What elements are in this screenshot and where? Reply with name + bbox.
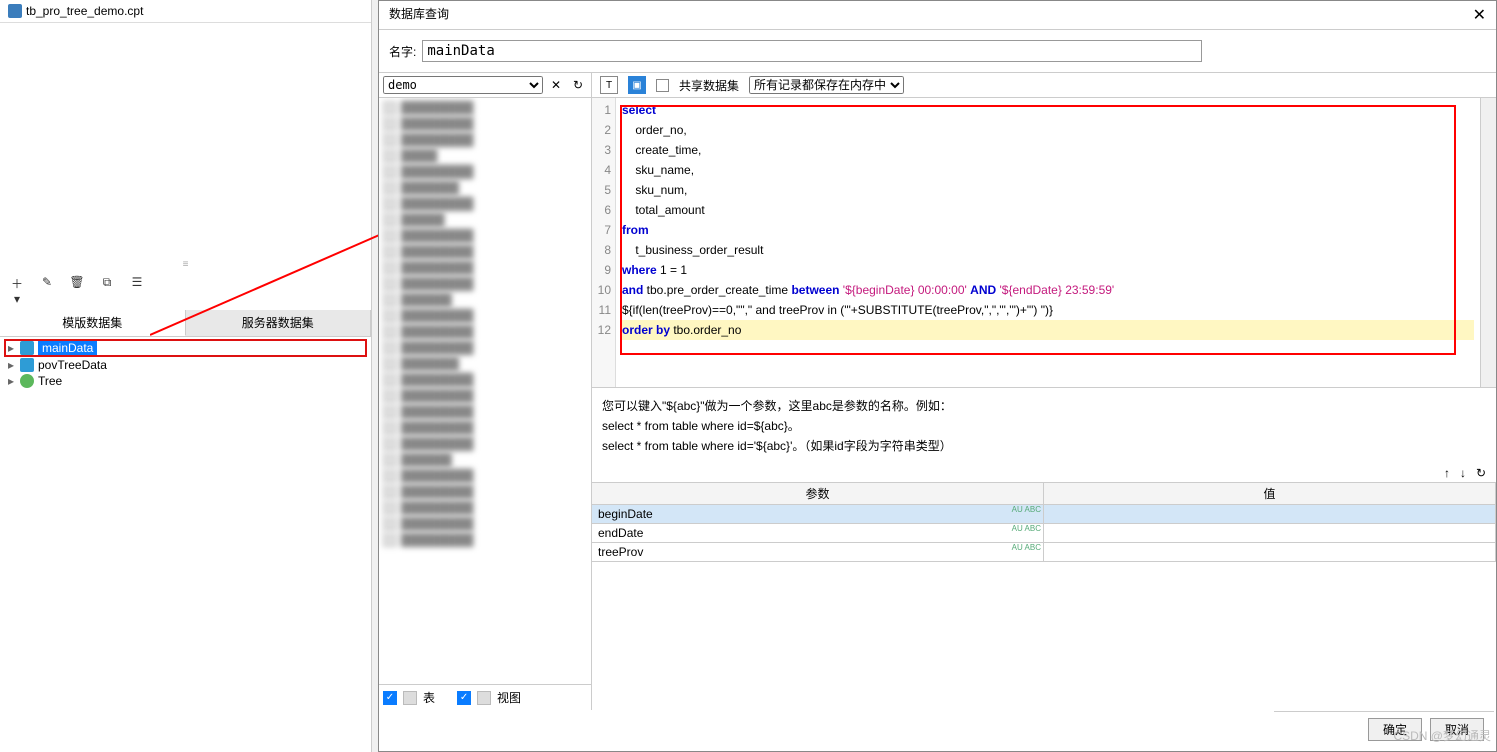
edit-icon[interactable]: ✎ — [38, 275, 56, 306]
sql-toolbar: T ▣ 共享数据集 所有记录都保存在内存中 — [592, 73, 1496, 98]
cancel-button[interactable]: 取消 — [1430, 718, 1484, 741]
database-icon — [20, 341, 34, 355]
connection-select[interactable]: demo — [383, 76, 543, 94]
dataset-tree: ▸ mainData ▸ povTreeData ▸ Tree — [0, 337, 371, 391]
view-checkbox[interactable]: ✓ — [457, 691, 471, 705]
text-tool-icon[interactable]: T — [600, 76, 618, 94]
sql-main-column: T ▣ 共享数据集 所有记录都保存在内存中 123456789101112 se… — [592, 73, 1496, 710]
drag-handle[interactable]: ≡ — [0, 263, 371, 271]
param-tools: ↑ ↓ ↻ — [592, 464, 1496, 482]
expand-icon[interactable]: ▸ — [6, 358, 16, 372]
name-input[interactable] — [422, 40, 1202, 62]
sql-editor[interactable]: 123456789101112 select order_no, create_… — [592, 98, 1496, 388]
param-row-treeProv[interactable]: treeProvAU ABC — [592, 543, 1496, 562]
close-icon[interactable]: ✕ — [1473, 5, 1486, 25]
db-filter-footer: ✓ 表 ✓ 视图 — [379, 684, 591, 710]
file-tab[interactable]: tb_pro_tree_demo.cpt — [0, 0, 371, 23]
param-row-endDate[interactable]: endDateAU ABC — [592, 524, 1496, 543]
copy-icon[interactable]: ⧉ — [98, 275, 116, 306]
refresh-icon[interactable]: ↻ — [569, 78, 587, 92]
file-name: tb_pro_tree_demo.cpt — [26, 4, 143, 18]
expand-icon[interactable]: ▸ — [6, 341, 16, 355]
paste-icon[interactable]: ☰ — [128, 275, 146, 306]
record-mode-select[interactable]: 所有记录都保存在内存中 — [749, 76, 904, 94]
tree-item-mainData[interactable]: ▸ mainData — [4, 339, 367, 357]
sql-code[interactable]: select order_no, create_time, sku_name, … — [616, 98, 1480, 387]
ok-button[interactable]: 确定 — [1368, 718, 1422, 741]
tree-icon — [20, 374, 34, 388]
view-icon — [477, 691, 491, 705]
db-column: demo ✕ ↻ ██████████ ██████████ █████████… — [379, 73, 592, 710]
dialog-footer: 确定 取消 — [1274, 711, 1494, 747]
blank-area — [0, 23, 371, 263]
db-query-dialog: 数据库查询 ✕ 名字: demo ✕ ↻ ██████████ ████████… — [378, 0, 1497, 752]
project-panel: tb_pro_tree_demo.cpt ≡ ＋▾ ✎ 🗑 ⧉ ☰ 模版数据集 … — [0, 0, 372, 752]
line-gutter: 123456789101112 — [592, 98, 616, 387]
dialog-titlebar: 数据库查询 ✕ — [379, 1, 1496, 30]
param-col-value: 值 — [1044, 483, 1496, 504]
share-label: 共享数据集 — [679, 77, 739, 94]
dataset-tabs: 模版数据集 服务器数据集 — [0, 310, 371, 337]
database-icon — [20, 358, 34, 372]
param-row-beginDate[interactable]: beginDateAU ABC — [592, 505, 1496, 524]
tab-server-dataset[interactable]: 服务器数据集 — [186, 310, 372, 336]
db-table-tree[interactable]: ██████████ ██████████ ██████████ █████ █… — [379, 98, 591, 684]
move-down-icon[interactable]: ↓ — [1460, 466, 1466, 480]
add-icon[interactable]: ＋▾ — [8, 275, 26, 306]
move-up-icon[interactable]: ↑ — [1444, 466, 1450, 480]
table-checkbox[interactable]: ✓ — [383, 691, 397, 705]
scrollbar-vertical[interactable] — [1480, 98, 1496, 387]
preview-icon[interactable]: ▣ — [628, 76, 646, 94]
refresh-params-icon[interactable]: ↻ — [1476, 466, 1486, 480]
param-grid: 参数 值 beginDateAU ABC endDateAU ABC treeP… — [592, 482, 1496, 562]
delete-icon[interactable]: 🗑 — [68, 275, 86, 306]
name-row: 名字: — [379, 30, 1496, 72]
config-icon[interactable]: ✕ — [547, 78, 565, 92]
tab-template-dataset[interactable]: 模版数据集 — [0, 310, 186, 336]
table-icon — [403, 691, 417, 705]
dataset-toolbar: ＋▾ ✎ 🗑 ⧉ ☰ — [0, 271, 371, 310]
sql-hint: 您可以键入"${abc}"做为一个参数，这里abc是参数的名称。例如： sele… — [592, 388, 1496, 464]
name-label: 名字: — [389, 43, 416, 60]
tree-item-Tree[interactable]: ▸ Tree — [4, 373, 367, 389]
share-checkbox[interactable] — [656, 79, 669, 92]
dialog-title: 数据库查询 — [389, 5, 449, 25]
param-col-name: 参数 — [592, 483, 1044, 504]
tree-item-povTreeData[interactable]: ▸ povTreeData — [4, 357, 367, 373]
file-icon — [8, 4, 22, 18]
expand-icon[interactable]: ▸ — [6, 374, 16, 388]
